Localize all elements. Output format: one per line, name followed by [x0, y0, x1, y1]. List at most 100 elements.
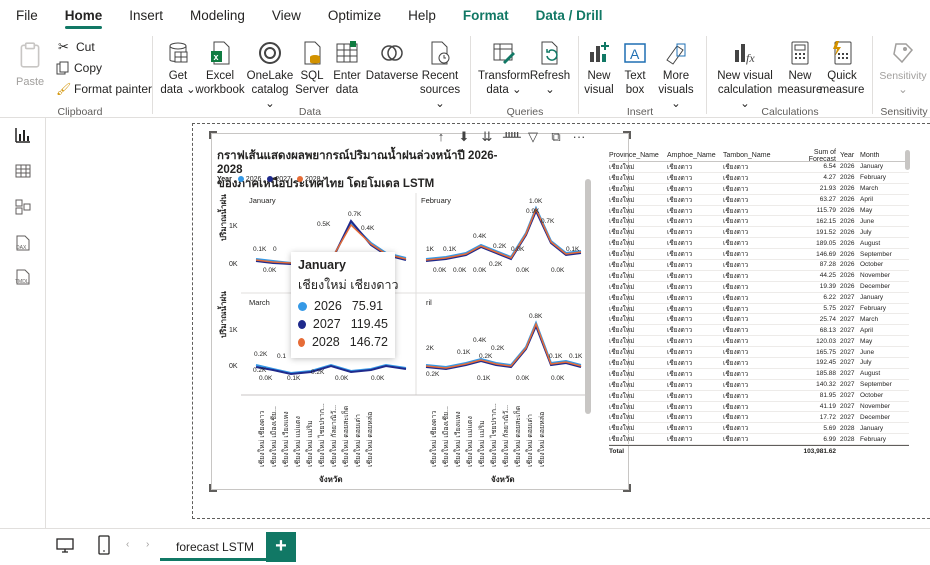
table-row[interactable]: เชียงใหม่ เชียงดาว เชียงดาว 68.13 2027 April [609, 325, 909, 337]
desktop-layout-icon[interactable] [55, 537, 75, 555]
column-header[interactable]: Tambon_Name [723, 152, 785, 159]
sql-server-button[interactable]: SQL Server [295, 40, 329, 97]
table-row[interactable]: เชียงใหม่ เชียงดาว เชียงดาว 115.79 2026 May [609, 206, 909, 217]
x-category-label: เชียงใหม่ ดอยเต่า [527, 414, 534, 467]
table-row[interactable]: เชียงใหม่ เชียงดาว เชียงดาว 21.93 2026 March [609, 184, 909, 195]
table-row[interactable]: เชียงใหม่ เชียงดาว เชียงดาว 185.88 2027 Augus… [609, 369, 909, 380]
table-cell: เชียงดาว [723, 185, 749, 193]
copy-button[interactable]: Copy [56, 61, 102, 75]
table-cell: เชียงดาว [667, 370, 693, 378]
more-visuals-button[interactable]: More visuals ⌄ [654, 40, 698, 111]
table-row[interactable]: เชียงใหม่ เชียงดาว เชียงดาว 192.45 2027 July [609, 358, 909, 369]
refresh-button[interactable]: Refresh ⌄ [530, 40, 570, 97]
table-cell: เชียงดาว [667, 327, 693, 335]
visual-scrollbar[interactable] [585, 179, 591, 414]
table-scrollbar[interactable] [905, 150, 910, 170]
enter-data-label: Enter [333, 70, 361, 82]
tmdl-view-icon[interactable]: TMDL [14, 268, 32, 286]
table-cell: เชียงใหม่ [609, 283, 635, 291]
new-visual-button[interactable]: New visual [582, 40, 616, 97]
sensitivity-button[interactable]: Sensitivity ⌄ [876, 40, 930, 97]
new-measure-button[interactable]: New measure [778, 40, 822, 97]
text-box-button[interactable]: A Text box [620, 40, 650, 97]
paste-button[interactable]: Paste [16, 40, 44, 89]
table-cell: เชียงดาว [723, 370, 749, 378]
table-row[interactable]: เชียงใหม่ เชียงดาว เชียงดาว 140.32 2027 Septe… [609, 380, 909, 391]
data-label: 0.1K [443, 246, 457, 253]
menu-home[interactable]: Home [64, 0, 102, 32]
get-data-button[interactable]: Get data ⌄ [160, 40, 196, 97]
table-cell: เชียงดาว [667, 240, 693, 248]
table-row[interactable]: เชียงใหม่ เชียงดาว เชียงดาว 41.19 2027 Novemb… [609, 402, 909, 413]
table-row[interactable]: เชียงใหม่ เชียงดาว เชียงดาว 191.52 2026 July [609, 227, 909, 239]
table-cell: 4.27 [823, 174, 836, 182]
table-row[interactable]: เชียงใหม่ เชียงดาว เชียงดาว 25.74 2027 March [609, 314, 909, 326]
table-row[interactable]: เชียงใหม่ เชียงดาว เชียงดาว 4.27 2026 Februar… [609, 173, 909, 184]
table-row[interactable]: เชียงใหม่ เชียงดาว เชียงดาว 162.15 2026 June [609, 216, 909, 228]
menu-insert[interactable]: Insert [129, 0, 163, 32]
model-view-icon[interactable] [14, 198, 32, 216]
table-cell: July [860, 359, 872, 367]
table-row[interactable]: เชียงใหม่ เชียงดาว เชียงดาว 165.75 2027 June [609, 347, 909, 359]
table-row[interactable]: เชียงใหม่ เชียงดาว เชียงดาว 44.25 2026 Novemb… [609, 271, 909, 282]
table-row[interactable]: เชียงใหม่ เชียงดาว เชียงดาว 87.28 2026 Octobe… [609, 260, 909, 271]
line-chart-visual[interactable]: ↑ ⬇ ⇊ ᚊ ▽ ⧉ ··· กราฟเส้นแสดงผลพยากรณ์ปริ… [209, 129, 631, 492]
table-row[interactable]: เชียงใหม่ เชียงดาว เชียงดาว 19.39 2026 Decemb… [609, 282, 909, 293]
dax-query-view-icon[interactable]: DAX [14, 234, 32, 252]
new-visual-calculation-button[interactable]: fx New visual calculation ⌄ [712, 40, 778, 111]
table-cell: เชียงดาว [667, 261, 693, 269]
column-header[interactable]: Month [860, 152, 906, 159]
column-header[interactable]: Sum of Forecast [785, 149, 840, 163]
data-label: 0.0K [453, 267, 467, 274]
mobile-layout-icon[interactable] [98, 535, 110, 555]
column-header[interactable]: Amphoe_Name [667, 152, 723, 159]
table-row[interactable]: เชียงใหม่ เชียงดาว เชียงดาว 6.22 2027 January [609, 293, 909, 304]
page-tab-forecast-lstm[interactable]: forecast LSTM [160, 533, 271, 561]
onelake-catalog-button[interactable]: OneLake catalog ⌄ [246, 40, 294, 111]
separator [470, 36, 471, 114]
table-cell: เชียงใหม่ [609, 436, 635, 444]
dataverse-button[interactable]: Dataverse [366, 40, 418, 83]
cut-button[interactable]: ✂ Cut [58, 40, 95, 55]
excel-workbook-button[interactable]: x Excel workbook [195, 40, 245, 97]
table-cell: 44.25 [819, 272, 836, 280]
table-row[interactable]: เชียงใหม่ เชียงดาว เชียงดาว 81.95 2027 Octobe… [609, 391, 909, 402]
prev-page-icon[interactable]: ‹ [126, 539, 129, 550]
table-row[interactable]: เชียงใหม่ เชียงดาว เชียงดาว 63.27 2026 April [609, 195, 909, 206]
table-cell: เชียงดาว [667, 359, 693, 367]
table-cell: 2027 [840, 403, 855, 411]
menu-view[interactable]: View [272, 0, 301, 32]
table-row[interactable]: เชียงใหม่ เชียงดาว เชียงดาว 6.99 2028 Februar… [609, 434, 909, 446]
menu-optimize[interactable]: Optimize [328, 0, 381, 32]
column-header[interactable]: Year [840, 152, 860, 159]
menu-help[interactable]: Help [408, 0, 436, 32]
report-view-icon[interactable] [14, 126, 32, 144]
table-row[interactable]: เชียงใหม่ เชียงดาว เชียงดาว 5.69 2028 January [609, 423, 909, 435]
table-cell: เชียงใหม่ [609, 305, 635, 313]
table-row[interactable]: เชียงใหม่ เชียงดาว เชียงดาว 17.72 2027 Decemb… [609, 412, 909, 424]
quick-measure-button[interactable]: Quick measure [820, 40, 864, 97]
add-page-button[interactable]: + [266, 532, 296, 562]
table-row[interactable]: เชียงใหม่ เชียงดาว เชียงดาว 189.05 2026 Augus… [609, 238, 909, 250]
table-row[interactable]: เชียงใหม่ เชียงดาว เชียงดาว 146.69 2026 Septe… [609, 249, 909, 261]
menu-data-drill[interactable]: Data / Drill [536, 0, 603, 32]
transform-data-button[interactable]: Transform data ⌄ [478, 40, 530, 97]
series-marker [298, 301, 307, 311]
forecast-table-visual[interactable]: Province_Name Amphoe_Name Tambon_Name Su… [609, 149, 909, 456]
table-row[interactable]: เชียงใหม่ เชียงดาว เชียงดาว 6.54 2026 January [609, 162, 909, 173]
enter-data-button[interactable]: Enter data [330, 40, 364, 97]
table-cell: เชียงดาว [723, 359, 749, 367]
table-view-icon[interactable] [14, 162, 32, 180]
menu-file[interactable]: File [16, 0, 38, 32]
next-page-icon[interactable]: › [146, 539, 149, 550]
table-cell: 2027 [840, 413, 855, 421]
format-painter-button[interactable]: 🖌 Format painter [56, 82, 152, 96]
data-label: 0.0K [516, 375, 530, 382]
table-row[interactable]: เชียงใหม่ เชียงดาว เชียงดาว 5.75 2027 Februar… [609, 304, 909, 315]
menu-modeling[interactable]: Modeling [190, 0, 245, 32]
recent-sources-button[interactable]: Recent sources ⌄ [418, 40, 462, 111]
column-header[interactable]: Province_Name [609, 152, 667, 159]
menu-format[interactable]: Format [463, 0, 509, 32]
table-row[interactable]: เชียงใหม่ เชียงดาว เชียงดาว 120.03 2027 May [609, 336, 909, 348]
x-category-label: เชียงใหม่ ไชยปราก... [491, 403, 498, 467]
